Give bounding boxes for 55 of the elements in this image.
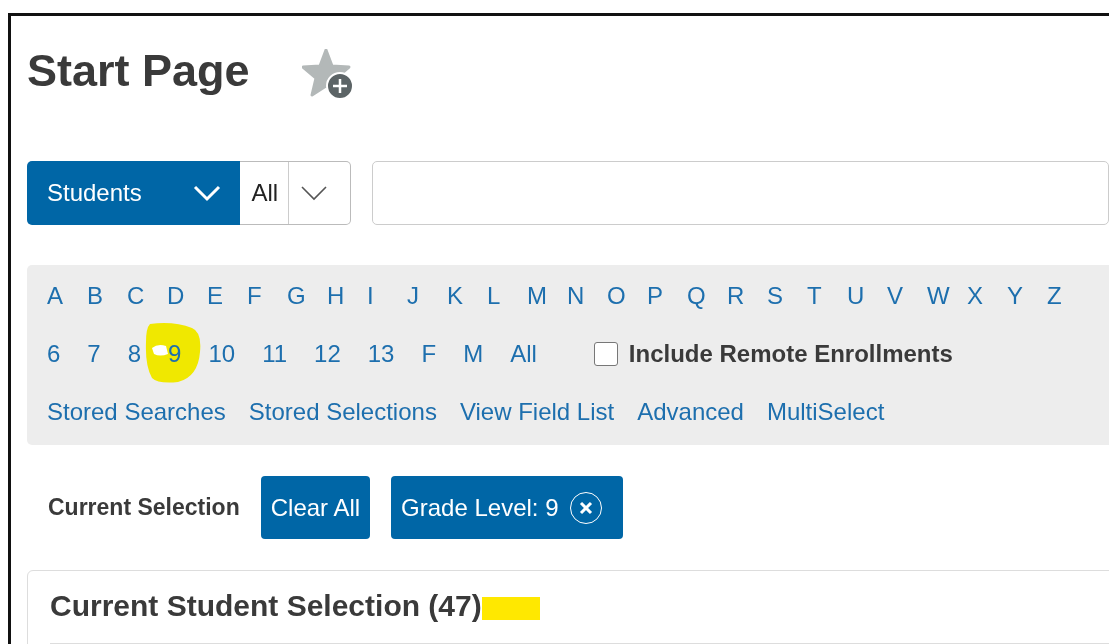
- grade-link[interactable]: 12: [314, 340, 341, 367]
- search-option-link[interactable]: View Field List: [459, 398, 615, 426]
- letter-link[interactable]: C: [127, 282, 167, 310]
- letter-link[interactable]: J: [407, 282, 447, 310]
- grade-link[interactable]: 10: [208, 340, 236, 367]
- clear-all-button[interactable]: Clear All: [260, 476, 371, 539]
- grade-link[interactable]: 11: [262, 340, 288, 367]
- letter-link[interactable]: V: [887, 282, 927, 310]
- chevron-down-icon: [191, 184, 222, 202]
- letter-link[interactable]: Q: [687, 282, 727, 310]
- letter-link[interactable]: P: [647, 282, 687, 310]
- filter-label: Grade Level: 9: [401, 493, 559, 522]
- grade-link[interactable]: All: [510, 340, 537, 367]
- letter-link[interactable]: T: [807, 282, 847, 310]
- category-dropdown[interactable]: Students: [27, 161, 240, 225]
- chevron-down-icon: [300, 185, 329, 201]
- letter-link[interactable]: Y: [1007, 282, 1047, 310]
- grade-link[interactable]: 6: [47, 340, 61, 367]
- letter-link[interactable]: W: [927, 282, 967, 310]
- letter-link[interactable]: X: [967, 282, 1007, 310]
- remove-icon[interactable]: [568, 490, 603, 525]
- checkbox[interactable]: [593, 342, 618, 366]
- letter-link[interactable]: L: [487, 282, 527, 310]
- grade-link[interactable]: 9: [168, 340, 182, 367]
- search-option-link[interactable]: Stored Searches: [47, 398, 226, 426]
- letter-link[interactable]: O: [607, 282, 647, 310]
- letter-link[interactable]: B: [87, 282, 127, 310]
- letter-link[interactable]: E: [207, 282, 247, 310]
- search-option-link[interactable]: MultiSelect: [766, 398, 885, 426]
- grade-link[interactable]: 13: [367, 340, 395, 367]
- letter-link[interactable]: A: [47, 282, 87, 310]
- card-title: Current Student Selection (47): [50, 589, 482, 623]
- letter-link[interactable]: R: [727, 282, 767, 310]
- search-option-link[interactable]: Advanced: [637, 398, 744, 426]
- letter-link[interactable]: S: [767, 282, 807, 310]
- letter-link[interactable]: K: [447, 282, 487, 310]
- checkbox-label: Include Remote Enrollments: [628, 340, 953, 368]
- letter-link[interactable]: F: [247, 282, 287, 310]
- letter-link[interactable]: G: [287, 282, 327, 310]
- grade-link[interactable]: F: [421, 340, 437, 367]
- letter-link[interactable]: U: [847, 282, 887, 310]
- search-field[interactable]: [372, 161, 1109, 225]
- letter-link[interactable]: M: [527, 282, 567, 310]
- current-selection-label: Current Selection: [48, 494, 240, 521]
- page-title: Start Page: [27, 45, 250, 97]
- letter-link[interactable]: N: [567, 282, 607, 310]
- letter-link[interactable]: Z: [1047, 282, 1087, 310]
- grade-link[interactable]: 8: [127, 340, 142, 367]
- letter-link[interactable]: D: [167, 282, 207, 310]
- letter-link[interactable]: I: [367, 282, 407, 310]
- grade-link[interactable]: M: [463, 340, 484, 367]
- grade-link[interactable]: 7: [87, 340, 101, 367]
- search-option-link[interactable]: Stored Selections: [248, 398, 437, 426]
- scope-dropdown[interactable]: All: [239, 161, 351, 225]
- letter-link[interactable]: H: [327, 282, 367, 310]
